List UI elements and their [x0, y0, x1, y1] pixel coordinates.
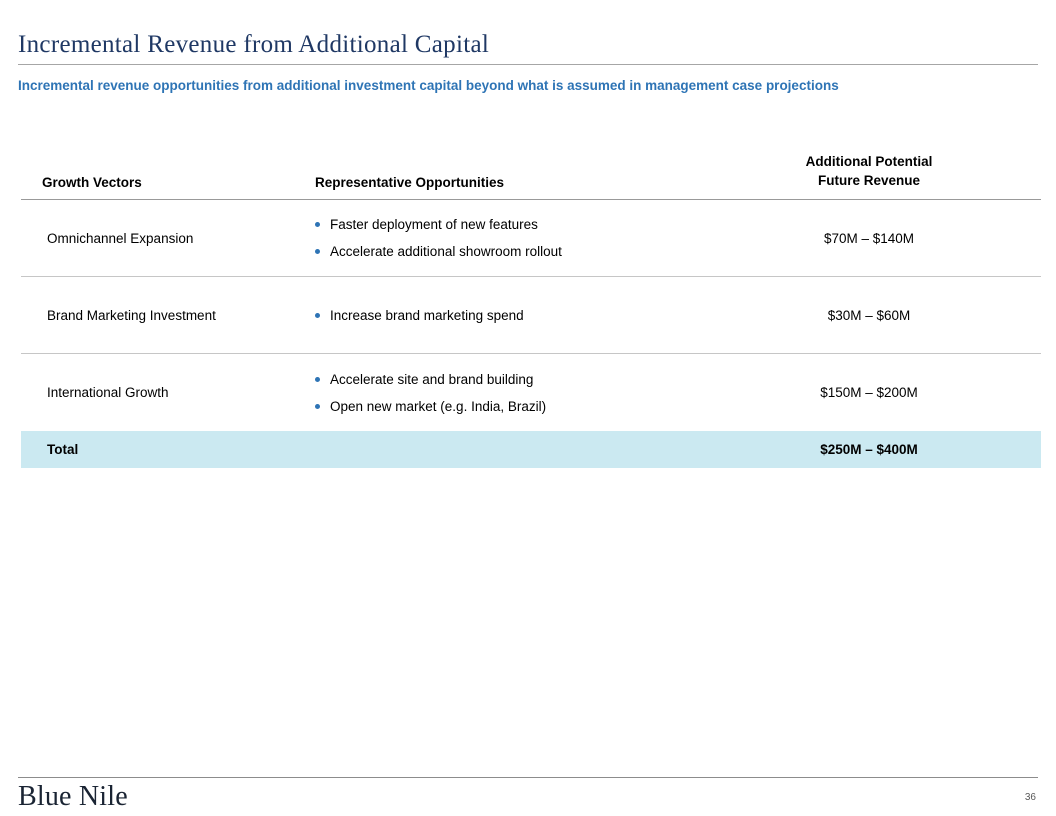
- list-item: Accelerate site and brand building: [315, 366, 745, 393]
- opportunity-text: Open new market (e.g. India, Brazil): [330, 393, 546, 420]
- slide-header: Incremental Revenue from Additional Capi…: [0, 0, 1056, 94]
- header-additional-potential-line2: Future Revenue: [745, 171, 993, 190]
- total-revenue-value: $250M – $400M: [745, 442, 1041, 457]
- growth-vector-label: Omnichannel Expansion: [21, 231, 293, 246]
- header-additional-potential-future-revenue: Additional Potential Future Revenue: [745, 152, 1041, 190]
- opportunities-cell: Accelerate site and brand building Open …: [293, 366, 745, 420]
- slide-footer: Blue Nile 36: [18, 777, 1038, 816]
- opportunities-cell: Increase brand marketing spend: [293, 302, 745, 329]
- bullet-icon: [315, 404, 320, 409]
- title-divider: [18, 64, 1038, 65]
- table-row: International Growth Accelerate site and…: [21, 354, 1041, 431]
- total-row: Total $250M – $400M: [21, 431, 1041, 468]
- slide-subtitle: Incremental revenue opportunities from a…: [18, 77, 1038, 94]
- revenue-value: $150M – $200M: [745, 385, 1041, 400]
- total-label: Total: [21, 442, 293, 457]
- opportunity-text: Accelerate additional showroom rollout: [330, 238, 562, 265]
- list-item: Accelerate additional showroom rollout: [315, 238, 745, 265]
- revenue-value: $70M – $140M: [745, 231, 1041, 246]
- revenue-value: $30M – $60M: [745, 308, 1041, 323]
- growth-vector-label: Brand Marketing Investment: [21, 308, 293, 323]
- list-item: Faster deployment of new features: [315, 211, 745, 238]
- bullet-icon: [315, 222, 320, 227]
- opportunities-list: Accelerate site and brand building Open …: [315, 366, 745, 420]
- table-row: Brand Marketing Investment Increase bran…: [21, 277, 1041, 354]
- opportunities-list: Faster deployment of new features Accele…: [315, 211, 745, 265]
- header-additional-potential-line1: Additional Potential: [745, 152, 993, 171]
- bullet-icon: [315, 377, 320, 382]
- opportunity-text: Faster deployment of new features: [330, 211, 538, 238]
- page-title: Incremental Revenue from Additional Capi…: [18, 30, 1038, 60]
- header-representative-opportunities: Representative Opportunities: [293, 175, 745, 190]
- growth-vector-label: International Growth: [21, 385, 293, 400]
- opportunities-list: Increase brand marketing spend: [315, 302, 745, 329]
- page-number: 36: [1025, 792, 1038, 803]
- header-growth-vectors: Growth Vectors: [21, 175, 293, 190]
- bullet-icon: [315, 313, 320, 318]
- table-header-row: Growth Vectors Representative Opportunit…: [21, 152, 1041, 200]
- slide: Incremental Revenue from Additional Capi…: [0, 0, 1056, 816]
- list-item: Open new market (e.g. India, Brazil): [315, 393, 745, 420]
- opportunities-cell: Faster deployment of new features Accele…: [293, 211, 745, 265]
- opportunity-text: Increase brand marketing spend: [330, 302, 524, 329]
- opportunity-text: Accelerate site and brand building: [330, 366, 533, 393]
- blue-nile-logo: Blue Nile: [18, 782, 128, 812]
- bullet-icon: [315, 249, 320, 254]
- table-row: Omnichannel Expansion Faster deployment …: [21, 200, 1041, 277]
- growth-vectors-table: Growth Vectors Representative Opportunit…: [21, 152, 1041, 468]
- list-item: Increase brand marketing spend: [315, 302, 745, 329]
